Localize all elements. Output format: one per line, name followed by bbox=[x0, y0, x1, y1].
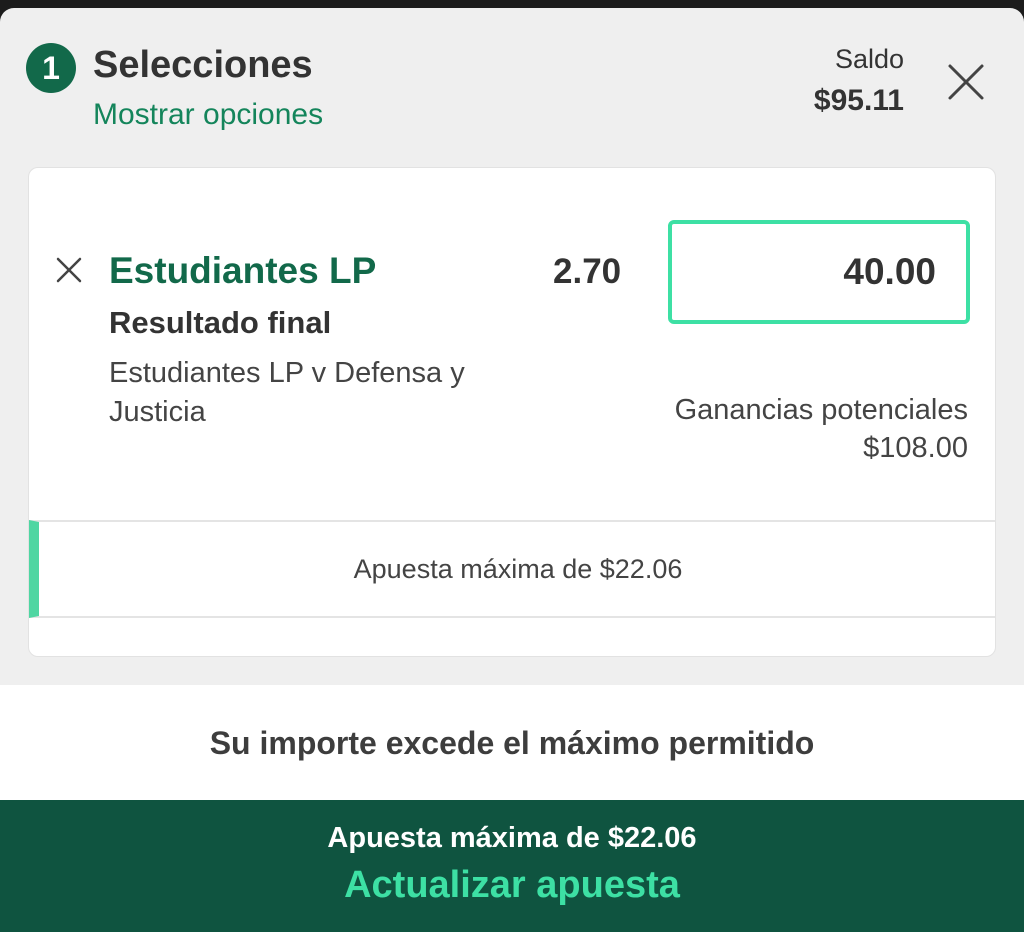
selection-card: Estudiantes LP Resultado final Estudiant… bbox=[28, 167, 996, 657]
selection-event: Estudiantes LP v Defensa y Justicia bbox=[109, 357, 465, 428]
potential-winnings-label: Ganancias potenciales bbox=[674, 394, 968, 426]
max-stake-notice: Apuesta máxima de $22.06 bbox=[29, 520, 995, 618]
update-bet-label: Actualizar apuesta bbox=[344, 864, 680, 906]
page-title: Selecciones bbox=[93, 44, 313, 86]
selection-count-badge: 1 bbox=[26, 43, 76, 93]
betslip-sheet: 1 Selecciones Mostrar opciones Saldo $95… bbox=[0, 8, 1024, 932]
error-message: Su importe excede el máximo permitido bbox=[209, 724, 815, 761]
selection-team: Estudiantes LP bbox=[109, 250, 377, 291]
show-options-link[interactable]: Mostrar opciones bbox=[93, 98, 323, 132]
remove-selection-button[interactable] bbox=[53, 254, 85, 286]
update-bet-button[interactable]: Apuesta máxima de $22.06 Actualizar apue… bbox=[0, 800, 1024, 932]
error-banner: Su importe excede el máximo permitido bbox=[0, 685, 1024, 801]
remove-selection-icon bbox=[56, 257, 82, 283]
close-button[interactable] bbox=[944, 60, 988, 104]
update-bet-subtitle: Apuesta máxima de $22.06 bbox=[327, 822, 697, 854]
potential-winnings-value: $108.00 bbox=[863, 432, 968, 464]
close-icon bbox=[948, 64, 984, 100]
selection-odds: 2.70 bbox=[553, 252, 622, 291]
stake-input[interactable]: 40.00 bbox=[668, 220, 970, 324]
max-stake-notice-text: Apuesta máxima de $22.06 bbox=[353, 553, 683, 584]
balance-label: Saldo bbox=[834, 44, 904, 74]
selection-market: Resultado final bbox=[109, 305, 332, 340]
balance-value: $95.11 bbox=[813, 84, 904, 117]
betslip-header: 1 Selecciones Mostrar opciones Saldo $95… bbox=[0, 8, 1024, 168]
background-strip bbox=[0, 0, 1024, 8]
